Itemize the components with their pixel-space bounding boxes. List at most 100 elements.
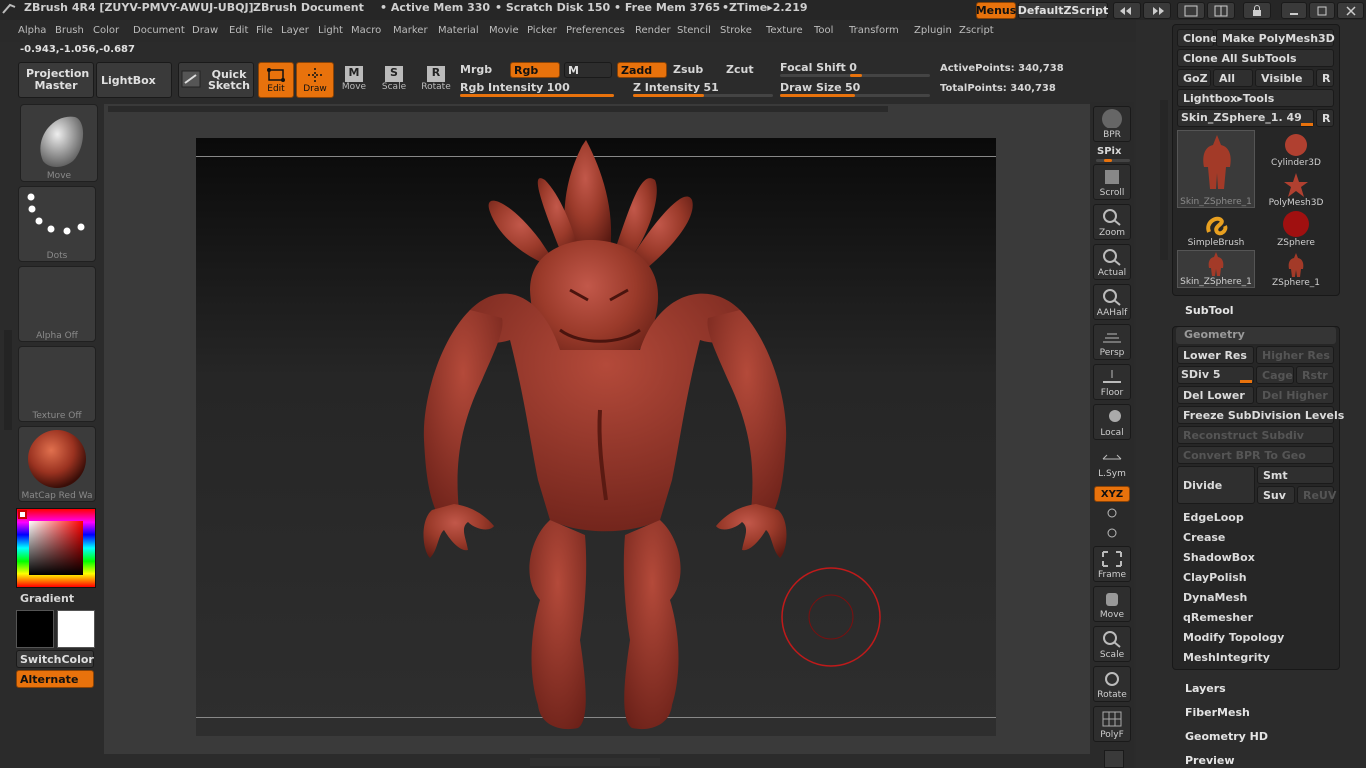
subtool-thumb-4[interactable]: SimpleBrush <box>1177 210 1255 248</box>
right-tray-handle[interactable] <box>1160 100 1168 260</box>
actual-button[interactable]: Actual <box>1093 244 1131 280</box>
mrgb-button[interactable]: Mrgb <box>460 63 492 76</box>
menu-movie[interactable]: Movie <box>489 25 519 36</box>
menu-macro[interactable]: Macro <box>351 25 381 36</box>
bottom-tray-handle[interactable] <box>530 758 660 766</box>
spix-track[interactable] <box>1096 159 1130 162</box>
layout-alt-icon[interactable] <box>1207 2 1235 19</box>
menus-button[interactable]: Menus <box>976 2 1016 19</box>
floor-button[interactable]: Floor <box>1093 364 1131 400</box>
menu-brush[interactable]: Brush <box>55 25 84 36</box>
current-tool-slider[interactable]: Skin_ZSphere_1. 49 <box>1177 109 1314 127</box>
meshintegrity-section[interactable]: MeshIntegrity <box>1177 648 1334 666</box>
goz-button[interactable]: GoZ <box>1177 69 1211 87</box>
freeze-subdivision-button[interactable]: Freeze SubDivision Levels <box>1177 406 1344 424</box>
sdiv-slider[interactable]: SDiv 5 <box>1177 366 1254 384</box>
menu-file[interactable]: File <box>256 25 273 36</box>
close-icon[interactable] <box>1337 2 1364 19</box>
subtool-thumb-2[interactable]: Cylinder3D <box>1257 130 1335 168</box>
rewind-icon[interactable] <box>1113 2 1141 19</box>
menu-stroke[interactable]: Stroke <box>720 25 752 36</box>
menu-transform[interactable]: Transform <box>849 25 899 36</box>
divide-button[interactable]: Divide <box>1177 466 1255 504</box>
layers-section-title[interactable]: Layers <box>1185 682 1226 695</box>
menu-zplugin[interactable]: Zplugin <box>914 25 952 36</box>
geometry-hd-section-title[interactable]: Geometry HD <box>1185 730 1268 743</box>
qremesher-section[interactable]: qRemesher <box>1177 608 1334 626</box>
higher-res-button[interactable]: Higher Res <box>1256 346 1334 364</box>
menu-zscript[interactable]: Zscript <box>959 25 994 36</box>
scale-mode-button[interactable]: S Scale <box>376 62 412 98</box>
default-zscript-button[interactable]: DefaultZScript <box>1018 2 1108 19</box>
clone-button[interactable]: Clone <box>1177 29 1218 47</box>
stroke-selector[interactable]: Dots <box>18 186 96 262</box>
texture-selector[interactable]: Texture Off <box>18 346 96 422</box>
lightbox-button[interactable]: LightBox <box>96 62 172 98</box>
shadowbox-section[interactable]: ShadowBox <box>1177 548 1334 566</box>
rgb-intensity-track[interactable] <box>460 94 614 97</box>
focal-shift-slider[interactable]: Focal Shift 0 <box>780 61 857 74</box>
menu-render[interactable]: Render <box>635 25 671 36</box>
draw-button[interactable]: Draw <box>296 62 334 98</box>
suv-button[interactable]: Suv <box>1257 486 1295 504</box>
clone-all-subtools-button[interactable]: Clone All SubTools <box>1177 49 1334 67</box>
spix-slider[interactable]: SPix <box>1097 146 1121 157</box>
rgb-button[interactable]: Rgb <box>510 62 560 78</box>
sculpted-creature-model[interactable] <box>410 140 800 736</box>
main-color-swatch[interactable] <box>16 610 54 648</box>
maximize-icon[interactable] <box>1309 2 1335 19</box>
menu-tool[interactable]: Tool <box>814 25 833 36</box>
left-tray-handle[interactable] <box>4 330 12 430</box>
edgeloop-section[interactable]: EdgeLoop <box>1177 508 1334 526</box>
subtool-thumb-3[interactable]: PolyMesh3D <box>1257 170 1335 208</box>
focal-shift-track[interactable] <box>780 74 930 77</box>
aahalf-button[interactable]: AAHalf <box>1093 284 1131 320</box>
secondary-color-swatch[interactable] <box>57 610 95 648</box>
z-intensity-slider[interactable]: Z Intensity 51 <box>633 81 719 94</box>
menu-material[interactable]: Material <box>438 25 479 36</box>
make-polymesh-button[interactable]: Make PolyMesh3D <box>1216 29 1335 47</box>
menu-picker[interactable]: Picker <box>527 25 557 36</box>
draw-size-slider[interactable]: Draw Size 50 <box>780 81 860 94</box>
geometry-header[interactable]: Geometry <box>1176 327 1336 344</box>
rotate-view-button[interactable]: Rotate <box>1093 666 1131 702</box>
rotate-mode-button[interactable]: R Rotate <box>418 62 454 98</box>
rotate-y-icon[interactable] <box>1105 506 1119 520</box>
fibermesh-section-title[interactable]: FiberMesh <box>1185 706 1250 719</box>
menu-layer[interactable]: Layer <box>281 25 309 36</box>
smt-button[interactable]: Smt <box>1257 466 1334 484</box>
zsub-button[interactable]: Zsub <box>673 63 703 76</box>
layout-icon[interactable] <box>1177 2 1205 19</box>
menu-texture[interactable]: Texture <box>766 25 803 36</box>
z-intensity-track[interactable] <box>633 94 773 97</box>
subtool-thumb-6[interactable]: Skin_ZSphere_1 <box>1177 250 1255 288</box>
menu-marker[interactable]: Marker <box>393 25 428 36</box>
subtool-thumb-1[interactable]: Skin_ZSphere_1 <box>1177 130 1255 208</box>
quick-sketch-button[interactable]: Quick Sketch <box>178 62 254 98</box>
switch-color-button[interactable]: SwitchColor <box>16 650 94 668</box>
color-picker[interactable] <box>16 508 96 588</box>
tool-r-button[interactable]: R <box>1316 109 1334 127</box>
lower-res-button[interactable]: Lower Res <box>1177 346 1254 364</box>
polyf-button[interactable]: PolyF <box>1093 706 1131 742</box>
all-button[interactable]: All <box>1213 69 1253 87</box>
goz-r-button[interactable]: R <box>1316 69 1334 87</box>
lightbox-tools-button[interactable]: Lightbox▸Tools <box>1177 89 1334 107</box>
claypolish-section[interactable]: ClayPolish <box>1177 568 1334 586</box>
scroll-button[interactable]: Scroll <box>1093 164 1131 200</box>
rgb-intensity-slider[interactable]: Rgb Intensity 100 <box>460 81 570 94</box>
menu-stencil[interactable]: Stencil <box>677 25 711 36</box>
move-mode-button[interactable]: M Move <box>336 62 372 98</box>
rstr-button[interactable]: Rstr <box>1296 366 1334 384</box>
edit-button[interactable]: Edit <box>258 62 294 98</box>
local-button[interactable]: Local <box>1093 404 1131 440</box>
material-selector[interactable]: MatCap Red Wa <box>18 426 96 502</box>
move-view-button[interactable]: Move <box>1093 586 1131 622</box>
menu-light[interactable]: Light <box>318 25 343 36</box>
modify-topology-section[interactable]: Modify Topology <box>1177 628 1334 646</box>
crease-section[interactable]: Crease <box>1177 528 1334 546</box>
bpr-button[interactable]: BPR <box>1093 106 1131 142</box>
del-lower-button[interactable]: Del Lower <box>1177 386 1254 404</box>
menu-draw[interactable]: Draw <box>192 25 218 36</box>
reuv-button[interactable]: ReUV <box>1297 486 1336 504</box>
